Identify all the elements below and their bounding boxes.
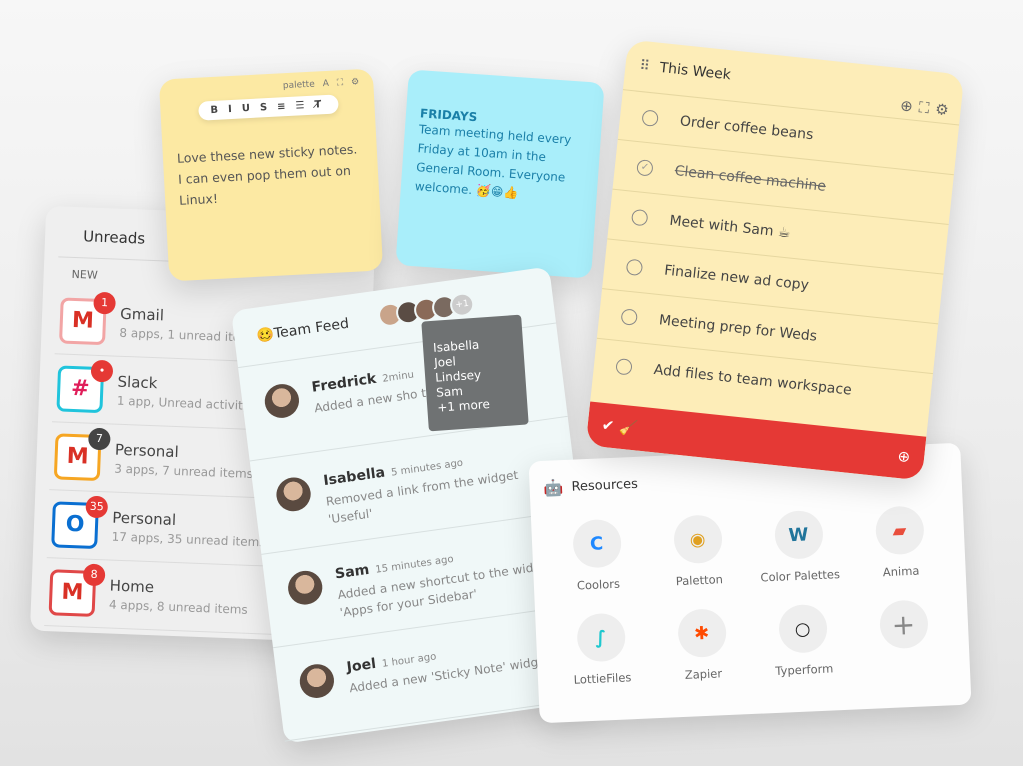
blue-sticky-note[interactable]: FRIDAYS Team meeting held every Friday a…: [395, 69, 605, 279]
team-feed-title: Team Feed: [272, 315, 350, 342]
avatar: [286, 568, 325, 607]
coolors-icon: C: [571, 518, 622, 569]
resources-title: Resources: [571, 476, 639, 495]
strikethrough-icon[interactable]: S: [260, 102, 268, 113]
typerform-icon: ○: [777, 603, 828, 654]
drag-handle-icon[interactable]: ⠿: [639, 58, 651, 75]
todo-text: Add files to team workspace: [653, 361, 853, 399]
resource-typerform[interactable]: ○ Typerform: [751, 603, 855, 679]
add-resource-button[interactable]: +: [852, 598, 956, 674]
avatar: [297, 661, 336, 701]
todo-text: Finalize new ad copy: [663, 262, 810, 294]
checkbox[interactable]: [630, 208, 649, 226]
outlook-icon: O 35: [51, 495, 109, 549]
resource-color-palettes[interactable]: W Color Palettes: [747, 509, 851, 585]
clear-format-icon[interactable]: T̸: [314, 99, 321, 110]
gmail-icon: M1: [59, 291, 117, 345]
anima-icon: ▰: [874, 505, 925, 556]
unread-badge: 7: [87, 427, 111, 450]
bullet-list-icon[interactable]: ☰: [295, 100, 305, 111]
zapier-icon: ✱: [676, 608, 727, 659]
bold-icon[interactable]: B: [210, 105, 218, 116]
resource-anima[interactable]: ▰ Anima: [848, 504, 952, 580]
todo-text: Order coffee beans: [679, 112, 815, 143]
checkbox[interactable]: [625, 258, 644, 276]
resource-label: LottieFiles: [573, 670, 632, 687]
resource-label: Anima: [882, 563, 920, 580]
numbered-list-icon[interactable]: ≡: [277, 101, 286, 112]
slack-icon: # •: [56, 359, 114, 413]
robot-icon: 🤖: [543, 478, 564, 498]
resource-label: Typerform: [775, 661, 834, 678]
resource-coolors[interactable]: C Coolors: [545, 517, 649, 593]
unread-badge: •: [90, 359, 114, 382]
add-task-icon[interactable]: ⊕: [897, 447, 911, 466]
paletton-icon: ◉: [672, 514, 723, 565]
resource-zapier[interactable]: ✱ Zapier: [650, 607, 754, 683]
broom-icon[interactable]: 🧹: [618, 418, 638, 438]
resource-lottiefiles[interactable]: ∫ LottieFiles: [549, 611, 653, 687]
this-week-widget: ⠿ This Week ⊕ ⛶ ⚙ Order coffee beans ✓ Cle…: [585, 39, 965, 481]
italic-icon[interactable]: I: [228, 104, 232, 115]
members-tooltip: Isabella Joel Lindsey Sam +1 more: [421, 314, 529, 432]
item-summary: 1 app, Unread activity: [116, 393, 251, 413]
checkbox[interactable]: [620, 307, 639, 326]
sticky-note[interactable]: palette A ⛶ ⚙ B I U S ≡ ☰ T̸ Love these new stick…: [158, 68, 384, 282]
checkbox[interactable]: [615, 357, 633, 376]
checked-checkbox[interactable]: ✓: [636, 158, 654, 177]
avatar: [262, 381, 301, 421]
item-summary: 17 apps, 35 unread items: [111, 529, 266, 550]
unread-badge: 1: [93, 291, 117, 315]
checkbox[interactable]: [641, 108, 659, 127]
add-icon[interactable]: ⊕: [899, 96, 913, 115]
resource-label: Color Palettes: [760, 567, 841, 585]
expand-icon[interactable]: ⛶: [337, 78, 344, 88]
underline-icon[interactable]: U: [242, 103, 251, 114]
unread-badge: 8: [82, 563, 106, 586]
item-summary: 4 apps, 8 unread items: [108, 597, 248, 617]
feed-user: Sam: [334, 561, 371, 583]
gmail-icon: M8: [48, 563, 106, 617]
avatar: [274, 475, 313, 514]
todo-text: Clean coffee machine: [673, 162, 827, 195]
resources-widget: 🤖 Resources C Coolors ◉ Paletton W Color Pale…: [528, 442, 972, 724]
color-palettes-icon: W: [773, 509, 824, 560]
todo-text: Meeting prep for Weds: [658, 311, 818, 345]
item-name: Personal: [112, 508, 177, 530]
resource-label: Zapier: [684, 666, 723, 682]
feed-user: Joel: [345, 655, 377, 676]
plus-icon: +: [878, 599, 929, 650]
unread-badge: 35: [85, 495, 109, 518]
lottiefiles-icon: ∫: [575, 612, 626, 663]
note-text[interactable]: Team meeting held every Friday at 10am i…: [414, 120, 591, 208]
item-summary: 3 apps, 7 unread items: [113, 461, 254, 481]
resource-paletton[interactable]: ◉ Paletton: [646, 513, 750, 589]
gear-icon[interactable]: ⚙: [351, 77, 360, 87]
gear-icon[interactable]: ⚙: [934, 100, 949, 119]
item-name: Home: [109, 576, 155, 597]
resource-label: Coolors: [576, 576, 621, 593]
todo-text: Meet with Sam ☕: [668, 212, 792, 241]
item-name: Personal: [114, 440, 180, 462]
check-all-icon[interactable]: ✔: [601, 416, 615, 435]
expand-icon[interactable]: ⛶: [918, 98, 930, 117]
resource-label: Paletton: [675, 572, 724, 589]
palette-icon[interactable]: palette: [283, 80, 315, 92]
format-toolbar: B I U S ≡ ☰ T̸: [198, 94, 339, 121]
gmail-icon: M7: [53, 427, 111, 481]
font-icon[interactable]: A: [322, 79, 329, 89]
this-week-title: This Week: [658, 59, 732, 84]
feed-time: 1 hour ago: [381, 651, 437, 670]
feed-time: 2minu: [381, 369, 415, 385]
note-text[interactable]: Love these new sticky notes. I can even …: [176, 138, 365, 211]
item-name: Slack: [117, 372, 158, 393]
